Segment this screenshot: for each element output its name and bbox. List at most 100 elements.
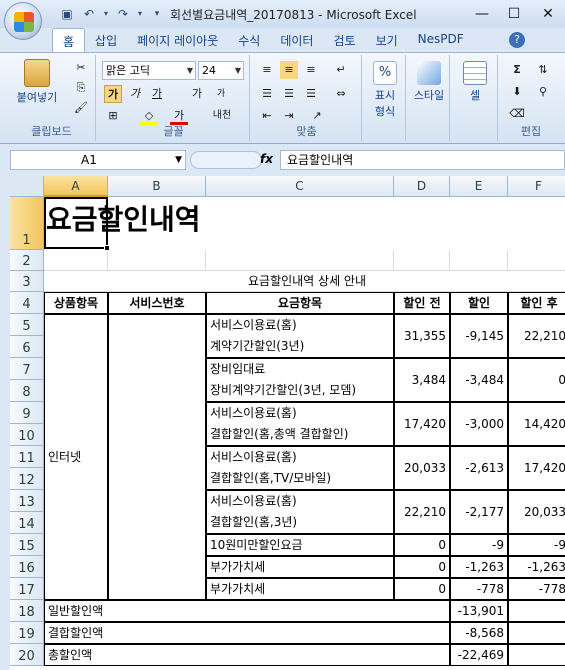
- amount-cell: 20,033: [394, 446, 450, 490]
- underline-button[interactable]: 가: [148, 85, 166, 103]
- styles-button[interactable]: 스타일: [410, 61, 448, 103]
- cells-button[interactable]: 셀: [458, 61, 492, 103]
- minimize-button[interactable]: —: [468, 4, 496, 24]
- redo-dropdown-icon[interactable]: ▾: [136, 5, 144, 23]
- tab-home[interactable]: 홈: [52, 28, 86, 52]
- tab-page-layout[interactable]: 페이지 레이아웃: [127, 28, 228, 52]
- grid-cell[interactable]: [108, 250, 206, 271]
- customize-qat-icon[interactable]: ▾: [148, 5, 166, 23]
- column-header-a[interactable]: A: [44, 176, 108, 197]
- italic-button[interactable]: 가: [126, 85, 144, 103]
- help-icon[interactable]: ?: [509, 32, 525, 48]
- align-top-icon[interactable]: ≡: [258, 61, 276, 79]
- row-header-14[interactable]: 14: [10, 512, 44, 534]
- cut-icon[interactable]: ✂: [72, 59, 90, 77]
- grid-cell[interactable]: [206, 250, 394, 271]
- row-header-16[interactable]: 16: [10, 556, 44, 578]
- redo-icon[interactable]: ↷: [114, 5, 132, 23]
- column-header-f[interactable]: F: [508, 176, 565, 197]
- row-header-11[interactable]: 11: [10, 446, 44, 468]
- save-icon[interactable]: ▣: [58, 5, 76, 23]
- select-all-corner[interactable]: [10, 176, 44, 197]
- fee-item-line2: 결합할인(홈,TV/모바일): [210, 471, 332, 485]
- row-header-19[interactable]: 19: [10, 622, 44, 644]
- format-painter-icon[interactable]: 🖌: [72, 99, 90, 117]
- copy-icon[interactable]: ⎘: [72, 79, 90, 97]
- row-header-7[interactable]: 7: [10, 358, 44, 380]
- fee-item-line2: 결합할인(홈,3년): [210, 515, 298, 529]
- align-bottom-icon[interactable]: ≡: [302, 61, 320, 79]
- fee-item-cell: 부가가치세: [206, 578, 394, 600]
- grid-cell[interactable]: [44, 250, 108, 271]
- merge-center-icon[interactable]: ⇔: [332, 85, 350, 103]
- autosum-icon[interactable]: Σ: [508, 61, 526, 79]
- amount-cell: 31,355: [394, 314, 450, 358]
- column-title: 상품항목: [44, 292, 108, 314]
- row-header-2[interactable]: 2: [10, 250, 44, 271]
- clear-icon[interactable]: ⌫: [508, 105, 526, 123]
- styles-icon: [417, 61, 441, 85]
- align-middle-icon[interactable]: ≡: [280, 61, 298, 79]
- name-box[interactable]: A1 ▼: [10, 150, 186, 170]
- row-header-15[interactable]: 15: [10, 534, 44, 556]
- tab-insert[interactable]: 삽입: [85, 28, 127, 52]
- tab-nespdf[interactable]: NesPDF: [408, 28, 474, 52]
- row-header-1[interactable]: 1: [10, 197, 44, 250]
- row-header-4[interactable]: 4: [10, 292, 44, 314]
- tab-review[interactable]: 검토: [323, 28, 365, 52]
- row-header-8[interactable]: 8: [10, 380, 44, 402]
- row-header-17[interactable]: 17: [10, 578, 44, 600]
- office-logo-icon: [14, 12, 34, 32]
- sheet-subtitle: 요금할인내역 상세 안내: [44, 271, 565, 292]
- undo-icon[interactable]: ↶: [80, 5, 98, 23]
- row-header-18[interactable]: 18: [10, 600, 44, 622]
- sort-filter-icon[interactable]: ⇅: [534, 61, 552, 79]
- wrap-text-icon[interactable]: ↵: [332, 61, 350, 79]
- tab-view[interactable]: 보기: [366, 28, 408, 52]
- row-header-10[interactable]: 10: [10, 424, 44, 446]
- fill-handle[interactable]: [104, 245, 110, 251]
- tab-formulas[interactable]: 수식: [228, 28, 270, 52]
- column-header-d[interactable]: D: [394, 176, 450, 197]
- column-header-c[interactable]: C: [206, 176, 394, 197]
- formula-oval: [190, 151, 262, 169]
- fee-item-cell: 서비스이용료(홈) 결합할인(홈,TV/모바일): [206, 446, 394, 490]
- fill-icon[interactable]: ⬇: [508, 83, 526, 101]
- spreadsheet-grid[interactable]: A B C D E F 1 2 3 4 5 6 7 8 9 10 11 12 13 14 15 16 17 18 19 20 요금할…: [10, 176, 565, 670]
- grid-cell[interactable]: [394, 250, 450, 271]
- align-right-icon[interactable]: ☰: [302, 85, 320, 103]
- bold-button[interactable]: 가: [104, 85, 122, 103]
- formula-input[interactable]: 요금할인내역: [280, 150, 565, 170]
- row-header-12[interactable]: 12: [10, 468, 44, 490]
- row-header-6[interactable]: 6: [10, 336, 44, 358]
- undo-dropdown-icon[interactable]: ▾: [102, 5, 110, 23]
- close-button[interactable]: ✕: [534, 4, 562, 24]
- align-center-icon[interactable]: ☰: [280, 85, 298, 103]
- chevron-down-icon: ▼: [186, 66, 193, 75]
- font-name-combo[interactable]: 맑은 고딕 ▼: [102, 61, 196, 80]
- row-header-20[interactable]: 20: [10, 644, 44, 666]
- total-label-cell: 결합할인액: [44, 622, 450, 644]
- font-size-combo[interactable]: 24 ▼: [198, 61, 244, 80]
- row-header-9[interactable]: 9: [10, 402, 44, 424]
- row-header-5[interactable]: 5: [10, 314, 44, 336]
- title-bar: ▣ ↶ ▾ ↷ ▾ ▾ 회선별요금내역_20170813 - Microsoft…: [0, 0, 565, 28]
- column-header-b[interactable]: B: [108, 176, 206, 197]
- grid-cell[interactable]: [450, 250, 508, 271]
- find-icon[interactable]: ⚲: [534, 83, 552, 101]
- grow-font-button[interactable]: 가: [188, 85, 206, 103]
- office-button[interactable]: [4, 2, 42, 40]
- row-header-3[interactable]: 3: [10, 271, 44, 292]
- alignment-group: ≡ ≡ ≡ ↵ ☰ ☰ ☰ ⇔ ⇤ ⇥ ↗ 맞춤: [252, 55, 362, 141]
- grid-cell[interactable]: [508, 250, 565, 271]
- row-header-13[interactable]: 13: [10, 490, 44, 512]
- maximize-button[interactable]: ☐: [500, 4, 528, 24]
- insert-function-button[interactable]: fx: [260, 152, 273, 166]
- shrink-font-button[interactable]: 가: [212, 85, 230, 103]
- paste-button[interactable]: 붙여넣기: [12, 59, 62, 105]
- tab-data[interactable]: 데이터: [270, 28, 323, 52]
- number-format-button[interactable]: % 표시 형식: [370, 61, 400, 119]
- align-left-icon[interactable]: ☰: [258, 85, 276, 103]
- amount-cell: -778: [508, 578, 565, 600]
- column-header-e[interactable]: E: [450, 176, 508, 197]
